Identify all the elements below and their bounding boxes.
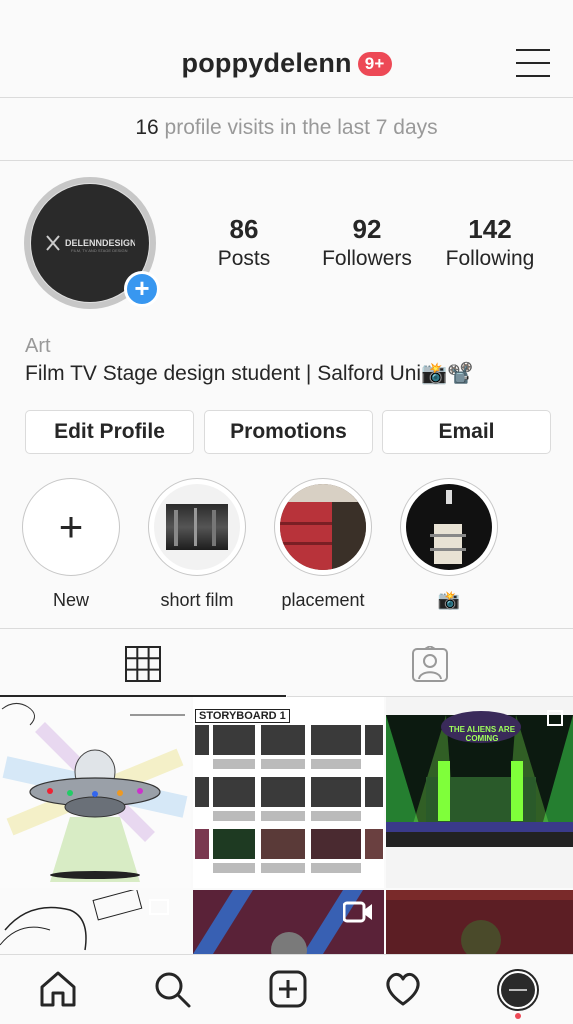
stat-following[interactable]: 142 Following bbox=[440, 214, 540, 271]
plus-icon: + bbox=[58, 503, 84, 550]
hamburger-menu-icon[interactable] bbox=[516, 49, 550, 79]
activity-dot bbox=[515, 1013, 521, 1019]
profile-category: Art bbox=[25, 335, 51, 357]
svg-text:DELENNDESIGN: DELENNDESIGN bbox=[65, 238, 135, 248]
visits-text: profile visits in the last 7 days bbox=[164, 116, 438, 139]
post-thumbnail[interactable] bbox=[193, 890, 384, 954]
profile-avatar[interactable]: DELENNDESIGN FILM, TV AND STAGE DESIGN + bbox=[24, 177, 160, 311]
highlight-label: New bbox=[52, 590, 89, 610]
profile-bio: Film TV Stage design student | Salford U… bbox=[25, 362, 474, 385]
tagged-person-icon bbox=[412, 646, 448, 682]
stat-value: 86 bbox=[229, 214, 259, 244]
new-post-icon[interactable] bbox=[268, 969, 308, 1009]
profile-avatar-tab[interactable] bbox=[497, 969, 539, 1011]
post-image bbox=[386, 890, 573, 954]
highlight-new[interactable]: + New bbox=[21, 478, 121, 611]
logo-icon: DELENNDESIGN FILM, TV AND STAGE DESIGN bbox=[46, 235, 135, 253]
avatar bbox=[501, 973, 535, 1007]
post-thumbnail[interactable] bbox=[0, 890, 191, 954]
post-thumbnail[interactable]: THE ALIENS ARE COMING bbox=[386, 697, 573, 888]
grid-icon bbox=[125, 646, 161, 682]
notification-badge: 9+ bbox=[357, 52, 392, 76]
email-button[interactable]: Email bbox=[382, 410, 551, 454]
stat-posts[interactable]: 86 Posts bbox=[212, 214, 276, 271]
highlight-thumbnail bbox=[280, 484, 366, 570]
add-story-plus-icon[interactable]: + bbox=[124, 271, 160, 307]
post-thumbnail[interactable]: STORYBOARD 1 bbox=[193, 697, 384, 888]
stat-followers[interactable]: 92 Followers bbox=[318, 214, 416, 271]
highlight-label: placement bbox=[281, 590, 365, 610]
highlight-placement[interactable]: placement bbox=[273, 478, 373, 611]
post-thumbnail[interactable] bbox=[0, 697, 191, 888]
top-bar: poppydelenn 9+ bbox=[0, 0, 573, 98]
search-icon[interactable] bbox=[152, 969, 192, 1009]
highlight-label: short film bbox=[160, 590, 234, 610]
home-icon[interactable] bbox=[38, 969, 78, 1009]
post-image bbox=[1, 703, 188, 882]
post-caption: THE ALIENS ARE COMING bbox=[448, 725, 516, 743]
stat-value: 92 bbox=[352, 214, 382, 244]
post-image bbox=[0, 890, 169, 951]
stat-label: Following bbox=[445, 247, 535, 270]
edit-profile-button[interactable]: Edit Profile bbox=[25, 410, 194, 454]
visits-count: 16 bbox=[135, 116, 159, 139]
post-image bbox=[195, 704, 383, 873]
promotions-button[interactable]: Promotions bbox=[204, 410, 373, 454]
heart-icon[interactable] bbox=[383, 969, 423, 1009]
username: poppydelenn bbox=[181, 48, 352, 78]
highlight-short-film[interactable]: short film bbox=[147, 478, 247, 611]
posts-grid: STORYBOARD 1 THE ALIENS ARE COMING bbox=[0, 697, 573, 954]
tab-grid[interactable] bbox=[0, 629, 286, 697]
highlight-thumbnail bbox=[406, 484, 492, 570]
profile-tabs bbox=[0, 628, 573, 697]
tab-tagged[interactable] bbox=[287, 629, 573, 697]
profile-visits-banner[interactable]: 16 profile visits in the last 7 days bbox=[0, 99, 573, 161]
post-thumbnail[interactable] bbox=[386, 890, 573, 954]
stat-value: 142 bbox=[468, 214, 512, 244]
stat-label: Posts bbox=[217, 247, 271, 270]
post-caption: STORYBOARD 1 bbox=[195, 709, 290, 723]
highlight-thumbnail bbox=[154, 484, 240, 570]
bottom-navigation bbox=[0, 954, 573, 1024]
svg-text:FILM, TV AND STAGE DESIGN: FILM, TV AND STAGE DESIGN bbox=[71, 248, 128, 253]
username-title[interactable]: poppydelenn 9+ bbox=[0, 48, 573, 79]
highlight-label: 📸 bbox=[437, 590, 461, 610]
video-camera-icon bbox=[343, 901, 372, 923]
stat-label: Followers bbox=[322, 247, 412, 270]
highlight-camera[interactable]: 📸 bbox=[399, 478, 499, 611]
